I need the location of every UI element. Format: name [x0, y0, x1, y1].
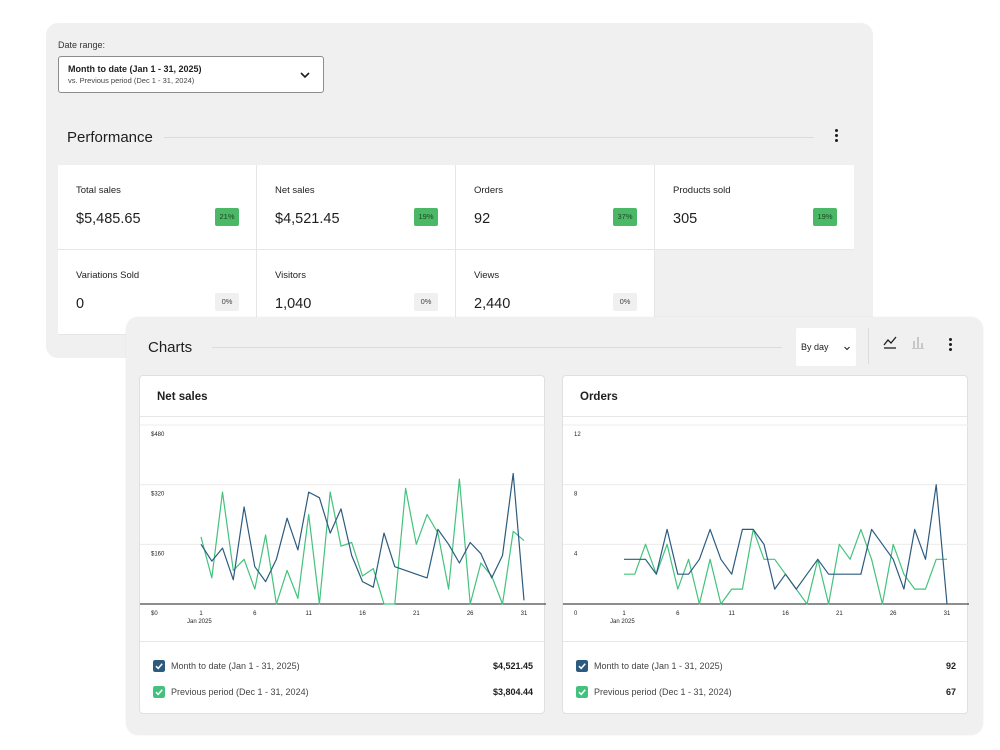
tile-value: 305: [673, 211, 698, 227]
legend-item-previous[interactable]: Previous period (Dec 1 - 31, 2024) 67: [576, 686, 956, 700]
series-line-previous: [200, 478, 525, 605]
date-range-label: Date range:: [58, 40, 106, 50]
y-tick-label: $320: [151, 492, 165, 498]
x-tick-label: 31: [944, 611, 951, 617]
delta-badge: 19%: [414, 208, 438, 226]
legend-value: $4,521.45: [492, 661, 533, 671]
x-tick-label: 11: [306, 611, 313, 617]
x-tick-label: 16: [359, 611, 366, 617]
delta-badge: 21%: [215, 208, 239, 226]
more-vertical-icon[interactable]: [945, 338, 955, 354]
tile-value: 2,440: [474, 296, 511, 312]
performance-more-icon[interactable]: [831, 129, 841, 145]
performance-tiles: Total sales $5,485.65 21% Net sales $4,5…: [58, 165, 854, 335]
orders-chart-card: Orders 12 8 4 0 1 6 11 16 21 26 31 Jan 2025 Month t…: [562, 375, 969, 714]
chevron-down-icon: [300, 72, 310, 79]
performance-title: Performance: [67, 129, 153, 146]
tile-label: Products sold: [673, 185, 731, 196]
y-tick-label: 0: [574, 611, 578, 617]
card-divider: [563, 641, 967, 642]
net-sales-plot: $480$320$160$0 1 6 11 16 21 26 31Jan 2025: [140, 424, 546, 625]
x-tick-label: 26: [890, 611, 897, 617]
tile-label: Variations Sold: [76, 270, 140, 281]
chart-title: Net sales: [157, 391, 208, 403]
tile-label: Visitors: [275, 270, 306, 281]
series-line-previous: [624, 528, 947, 605]
charts-title: Charts: [148, 339, 193, 356]
tile-label: Views: [474, 270, 500, 281]
analytics-overview: Date range: Month to date (Jan 1 - 31, 2…: [0, 0, 1000, 750]
y-tick-label: $480: [151, 432, 165, 438]
legend-label: Month to date (Jan 1 - 31, 2025): [171, 661, 300, 671]
date-range-select[interactable]: Month to date (Jan 1 - 31, 2025) vs. Pre…: [58, 56, 324, 93]
x-axis-sublabel: Jan 2025: [187, 619, 212, 625]
tile-orders[interactable]: Orders 92 37%: [456, 165, 655, 250]
y-tick-label: 4: [574, 551, 578, 557]
x-tick-label: 6: [253, 611, 257, 617]
delta-badge: 0%: [215, 293, 239, 311]
tile-label: Net sales: [275, 185, 315, 196]
x-tick-label: 21: [413, 611, 420, 617]
y-tick-label: 12: [574, 432, 581, 438]
x-tick-label: 21: [836, 611, 843, 617]
tile-label: Orders: [474, 185, 504, 196]
checkbox-checked-icon: [576, 660, 588, 672]
legend-value: $3,804.44: [492, 687, 533, 697]
interval-select[interactable]: By day: [796, 328, 856, 366]
toolbar-separator: [868, 328, 869, 364]
tile-value: 92: [474, 211, 491, 227]
tile-total-sales[interactable]: Total sales $5,485.65 21%: [58, 165, 257, 250]
interval-value: By day: [801, 342, 829, 352]
tile-value: 1,040: [275, 296, 312, 312]
bar-chart-icon[interactable]: [909, 334, 927, 352]
performance-panel: Date range: Month to date (Jan 1 - 31, 2…: [46, 23, 873, 358]
x-tick-label: 31: [521, 611, 528, 617]
charts-panel: Charts By day Net sales $480 $320 $160 $0 1 6…: [126, 317, 983, 735]
x-tick-label: 1: [622, 611, 626, 617]
tile-value: 0: [76, 296, 85, 312]
y-tick-label: 8: [574, 492, 578, 498]
checkbox-checked-icon: [153, 686, 165, 698]
legend-item-previous[interactable]: Previous period (Dec 1 - 31, 2024) $3,80…: [153, 686, 533, 700]
tile-products-sold[interactable]: Products sold 305 19%: [655, 165, 854, 250]
x-axis-sublabel: Jan 2025: [610, 619, 635, 625]
tile-value: $5,485.65: [76, 211, 141, 227]
legend-label: Previous period (Dec 1 - 31, 2024): [594, 687, 732, 697]
tile-net-sales[interactable]: Net sales $4,521.45 19%: [257, 165, 456, 250]
x-tick-label: 11: [729, 611, 736, 617]
delta-badge: 0%: [613, 293, 637, 311]
x-tick-label: 6: [676, 611, 680, 617]
tile-value: $4,521.45: [275, 211, 340, 227]
card-divider: [140, 641, 544, 642]
legend-value: 67: [945, 687, 956, 697]
line-chart-icon[interactable]: [881, 334, 899, 352]
legend-label: Previous period (Dec 1 - 31, 2024): [171, 687, 309, 697]
legend-item-current[interactable]: Month to date (Jan 1 - 31, 2025) 92: [576, 660, 956, 674]
legend-value: 92: [945, 661, 956, 671]
delta-badge: 19%: [813, 208, 837, 226]
x-tick-label: 16: [782, 611, 789, 617]
tile-label: Total sales: [76, 185, 121, 196]
legend-label: Month to date (Jan 1 - 31, 2025): [594, 661, 723, 671]
charts-divider: [212, 347, 782, 348]
performance-divider: [164, 137, 814, 138]
net-sales-chart-card: Net sales $480 $320 $160 $0 1 6 11 16 21 26 31 Jan …: [139, 375, 546, 714]
legend-item-current[interactable]: Month to date (Jan 1 - 31, 2025) $4,521.…: [153, 660, 533, 674]
checkbox-checked-icon: [153, 660, 165, 672]
checkbox-checked-icon: [576, 686, 588, 698]
x-tick-label: 26: [467, 611, 474, 617]
chevron-down-icon: [844, 346, 850, 351]
y-tick-label: $160: [151, 551, 165, 557]
orders-plot: 12840 1 6 11 16 21 26 31Jan 2025: [563, 424, 969, 625]
delta-badge: 0%: [414, 293, 438, 311]
chart-title: Orders: [580, 391, 618, 403]
y-tick-label: $0: [151, 611, 158, 617]
delta-badge: 37%: [613, 208, 637, 226]
x-tick-label: 1: [199, 611, 203, 617]
date-range-compare: vs. Previous period (Dec 1 - 31, 2024): [68, 76, 195, 85]
date-range-value: Month to date (Jan 1 - 31, 2025): [68, 64, 202, 74]
